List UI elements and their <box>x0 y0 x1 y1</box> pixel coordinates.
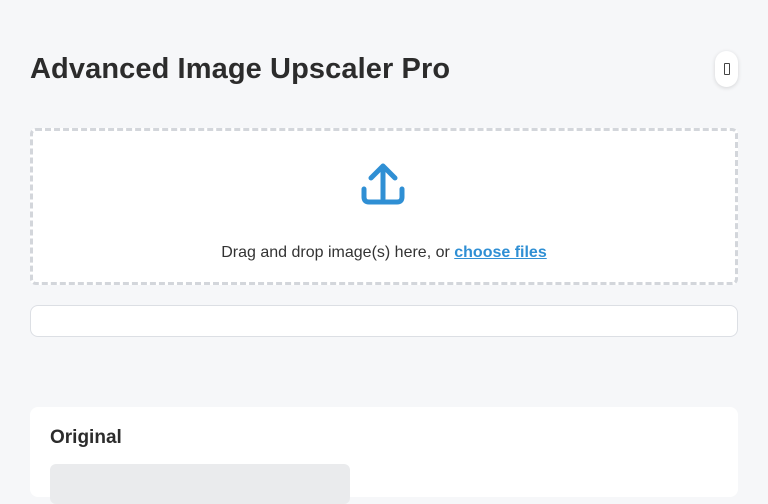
page-title: Advanced Image Upscaler Pro <box>30 53 451 85</box>
dropzone-text: Drag and drop image(s) here, or <box>221 244 455 261</box>
original-image-placeholder <box>50 464 350 504</box>
theme-toggle-button[interactable] <box>715 51 738 87</box>
dropzone-instructions: Drag and drop image(s) here, or choose f… <box>33 244 735 262</box>
upload-progress-bar <box>30 305 738 337</box>
file-dropzone[interactable]: Drag and drop image(s) here, or choose f… <box>30 128 738 285</box>
choose-files-link[interactable]: choose files <box>454 244 546 261</box>
contrast-toggle-icon <box>723 63 730 75</box>
original-preview-card: Original <box>30 407 738 504</box>
original-card-title: Original <box>50 427 122 448</box>
upload-icon <box>361 163 405 205</box>
